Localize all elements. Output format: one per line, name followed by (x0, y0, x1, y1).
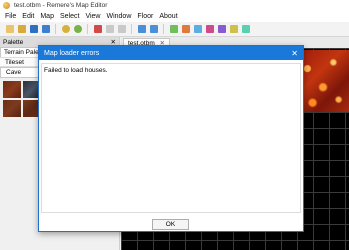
dialog-message-box: Failed to load houses. (41, 63, 301, 213)
map-loader-errors-dialog: Map loader errors ✕ Failed to load house… (38, 45, 304, 232)
dialog-title: Map loader errors (44, 49, 100, 57)
ok-button[interactable]: OK (152, 219, 189, 230)
close-icon[interactable]: ✕ (291, 49, 298, 58)
dialog-message: Failed to load houses. (44, 67, 108, 74)
dialog-title-bar: Map loader errors ✕ (39, 46, 303, 60)
modal-overlay: Map loader errors ✕ Failed to load house… (0, 0, 349, 250)
